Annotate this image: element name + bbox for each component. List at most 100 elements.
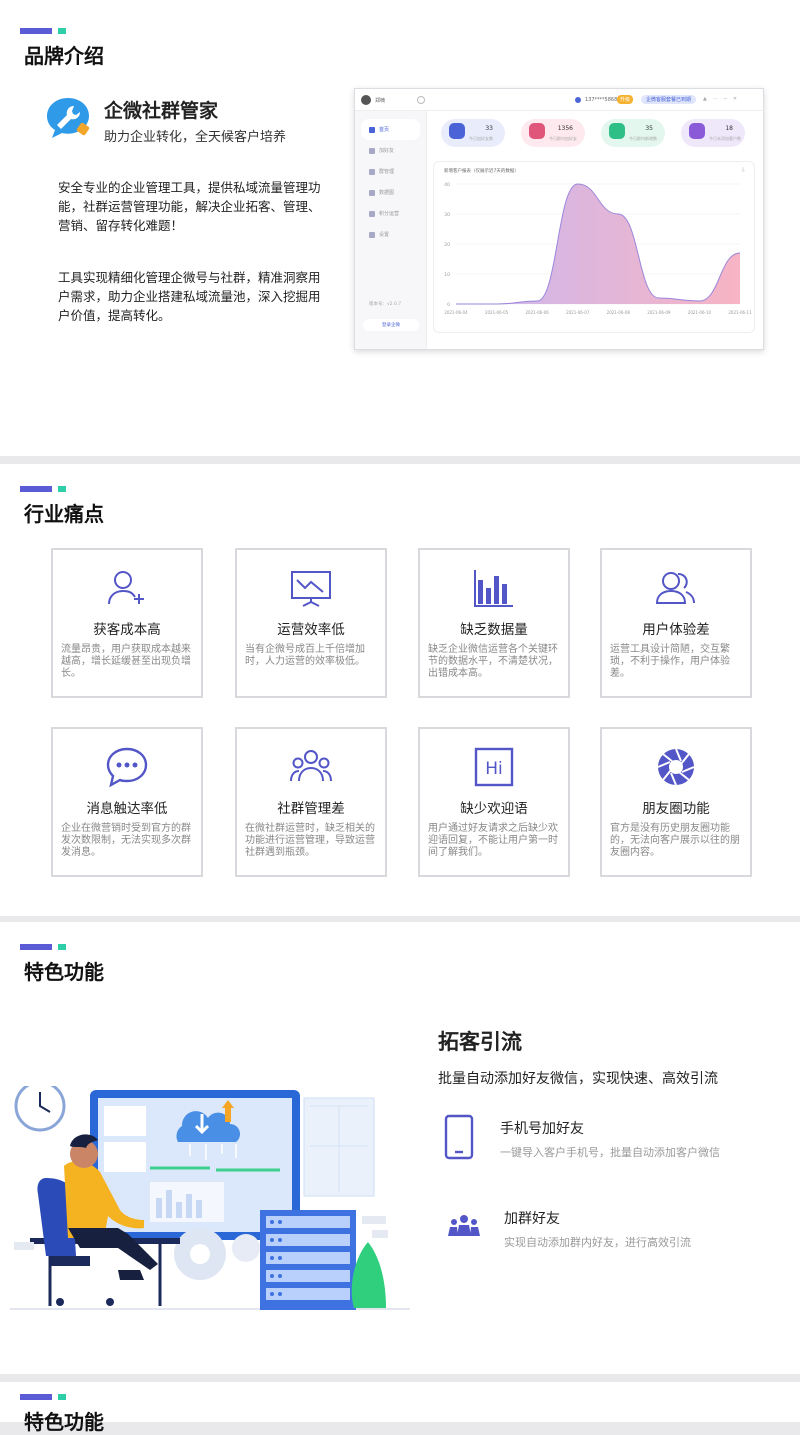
pain-desc: 运营工具设计简陋，交互繁琐，不利于操作，用户体验差。 [610, 644, 730, 679]
pain-card: 用户体验差 运营工具设计简陋，交互繁琐，不利于操作，用户体验差。 [600, 548, 752, 698]
x-tick-label: 2021-06-09 [647, 310, 671, 315]
cart-icon [369, 210, 375, 217]
area-chart-svg: 0 10 20 30 40 2021-06-04 2021-06-05 2021-06-06 2… [444, 182, 752, 315]
stat-value: 33 [485, 125, 493, 132]
stat-card-3: 35 今日群内新增数 [601, 119, 665, 147]
y-tick-label: 30 [444, 212, 450, 218]
bar-chart-icon [369, 189, 375, 196]
bar-chart-icon [474, 570, 513, 607]
users-icon [655, 572, 695, 604]
stat-label: 今日群内新增数 [629, 136, 657, 141]
mock-topbar: 郑楠 137****5868 升级 企微客服套餐已到期 ▲⋯─✕ [355, 89, 765, 111]
brand-section: 品牌介绍 企微社群管家 助力企业转化，全天候客户培养 安全专业的企业管理工具，提… [0, 0, 800, 456]
logout-button: 登录企微 [363, 319, 419, 331]
sidebar-item-add-friend: 加好友 [355, 140, 426, 161]
feature-item-title: 手机号加好友 [500, 1121, 584, 1137]
stat-icon [449, 123, 465, 139]
pain-desc: 流量昂贵，用户获取成本越来越高，增长延缓甚至出现负增长。 [61, 644, 191, 679]
feature-item-desc: 一键导入客户手机号，批量自动添加客户微信 [500, 1146, 720, 1159]
brand-paragraph-1: 安全专业的企业管理工具，提供私域流量管理功能，社群运营管理功能，解决企业拓客、管… [58, 180, 321, 233]
version-label: 版本号：v2.0.7 [369, 302, 402, 307]
vip-badge: 升级 [617, 95, 634, 104]
people-group-icon [448, 1215, 480, 1236]
feature-item-desc: 实现自动添加群内好友，进行高效引流 [504, 1236, 691, 1249]
pain-card: Hi 缺少欢迎语 用户通过好友请求之后缺少欢迎语回复，不能让用户第一时间了解我们… [418, 727, 570, 877]
pain-card: 获客成本高 流量昂贵，用户获取成本越来越高，增长延缓甚至出现负增长。 [51, 548, 203, 698]
brand-paragraph-2: 工具实现精细化管理企微号与社群，精准洞察用户需求，助力企业搭建私域流量池，深入挖… [58, 270, 321, 323]
sidebar-item-groups: 群管理 [355, 161, 426, 182]
avatar [361, 95, 371, 105]
home-icon [369, 126, 375, 133]
office-worker-illustration [10, 1086, 410, 1310]
section-title: 特色功能 [24, 1410, 104, 1434]
stat-value: 1356 [557, 125, 573, 132]
sidebar-item-data: 数据图 [355, 182, 426, 203]
pain-desc: 在微社群运营时，缺乏相关的功能进行运营管理，导致运营社群遇到瓶颈。 [245, 823, 375, 858]
pain-title: 获客成本高 [93, 622, 161, 638]
pain-card: 运营效率低 当有企微号成百上千倍增加时，人力运营的效率极低。 [235, 548, 387, 698]
new-customer-chart: 新增客户报表（仅展示近7天的数据） ⇩ 0 10 20 30 40 2021-06-04 2… [433, 161, 755, 333]
pain-card: 社群管理差 在微社群运营时，缺乏相关的功能进行运营管理，导致运营社群遇到瓶颈。 [235, 727, 387, 877]
section-title: 品牌介绍 [24, 44, 104, 68]
y-tick-label: 20 [444, 242, 450, 248]
pain-title: 缺乏数据量 [460, 622, 528, 638]
pain-card: 缺乏数据量 缺乏企业微信运营各个关键环节的数据水平，不清楚状况，出错成本高。 [418, 548, 570, 698]
y-tick-label: 40 [444, 182, 450, 188]
section-title: 特色功能 [24, 960, 104, 984]
x-tick-label: 2021-06-11 [728, 310, 752, 315]
sidebar-item-points: 积分运营 [355, 203, 426, 224]
pain-card: 朋友圈功能 官方是没有历史朋友圈功能的，无法向客户展示以往的朋友圈内容。 [600, 727, 752, 877]
sidebar-item-home: 首页 [361, 119, 420, 140]
next-section: 特色功能 [0, 1382, 800, 1434]
x-tick-label: 2021-06-05 [485, 310, 509, 315]
feature-section: 特色功能 拓客引流 批量自动添加好友微信，实现快速、高效引流 手机号加好友 一键… [0, 922, 800, 1374]
stat-label: 今日群内加好友 [549, 136, 577, 141]
pain-title: 用户体验差 [642, 622, 710, 638]
y-tick-label: 0 [447, 302, 450, 308]
gear-icon [369, 231, 375, 238]
dashboard-screenshot: 郑楠 137****5868 升级 企微客服套餐已到期 ▲⋯─✕ 首页 加好友 … [354, 88, 765, 350]
stat-card-4: 18 今日未添加客户数 [681, 119, 745, 147]
stat-label: 今日未添加客户数 [709, 136, 741, 141]
section-title: 行业痛点 [24, 502, 104, 526]
user-add-icon [108, 571, 144, 605]
pain-title: 缺少欢迎语 [460, 801, 528, 817]
svg-text:Hi: Hi [485, 759, 503, 779]
group-icon [369, 168, 375, 175]
stat-label: 今日加好友数 [469, 136, 493, 141]
pain-title: 消息触达率低 [86, 801, 168, 817]
package-button: 企微客服套餐已到期 [641, 95, 697, 104]
wrench-chat-logo-icon [47, 98, 90, 138]
x-tick-label: 2021-06-07 [566, 310, 590, 315]
stat-value: 35 [645, 125, 653, 132]
pain-title: 运营效率低 [277, 622, 345, 638]
chat-bubble-icon [106, 747, 148, 788]
feature-item-title: 加群好友 [504, 1211, 560, 1227]
x-tick-label: 2021-06-04 [444, 310, 468, 315]
mock-user-name: 郑楠 [375, 98, 386, 104]
brand-subtitle: 助力企业转化，全天候客户培养 [104, 130, 287, 145]
group-icon [290, 750, 332, 782]
x-tick-label: 2021-06-06 [526, 310, 550, 315]
x-tick-label: 2021-06-10 [688, 310, 712, 315]
brand-name: 企微社群管家 [104, 100, 219, 122]
stat-value: 18 [725, 125, 733, 132]
feature-subtitle: 批量自动添加好友微信，实现快速、高效引流 [438, 1071, 718, 1087]
aperture-icon [657, 748, 695, 786]
stat-icon [529, 123, 545, 139]
pain-desc: 官方是没有历史朋友圈功能的，无法向客户展示以往的朋友圈内容。 [610, 823, 740, 858]
pain-section: 行业痛点 获客成本高 流量昂贵，用户获取成本越来越高，增长延缓甚至出现负增长。 … [0, 464, 800, 916]
pain-title: 社群管理差 [277, 801, 345, 817]
x-tick-label: 2021-06-08 [607, 310, 631, 315]
feature-heading: 拓客引流 [438, 1030, 522, 1054]
pain-card: 消息触达率低 企业在微营销时受到官方的群发次数限制，无法实现多次群发消息。 [51, 727, 203, 877]
window-controls-icon: ▲⋯─✕ [703, 96, 744, 102]
user-icon [369, 147, 375, 154]
stat-icon [609, 123, 625, 139]
stat-icon [689, 123, 705, 139]
pain-desc: 当有企微号成百上千倍增加时，人力运营的效率极低。 [245, 644, 365, 667]
y-tick-label: 10 [444, 272, 450, 278]
sidebar-item-settings: 设置 [355, 224, 426, 245]
stat-card-1: 33 今日加好友数 [441, 119, 505, 147]
hi-icon: Hi [474, 747, 514, 787]
